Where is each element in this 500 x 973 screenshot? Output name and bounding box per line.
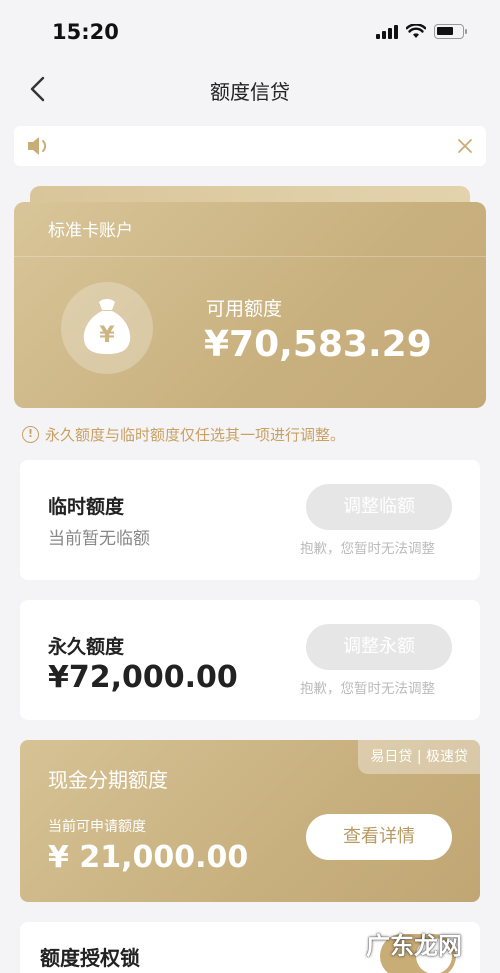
status-bar: 15:20 [0, 0, 500, 64]
adjust-permanent-limit-button[interactable]: 调整永额 [306, 624, 452, 670]
available-limit-value: ¥70,583.29 [204, 324, 432, 365]
limit-lock-title: 额度授权锁 [40, 946, 140, 970]
account-title: 标准卡账户 [48, 221, 133, 241]
warning-notice: ! 永久额度与临时额度仅任选其一项进行调整。 [22, 424, 345, 445]
temporary-limit-hint: 抱歉，您暂时无法调整 [300, 541, 435, 557]
cash-installment-card: 易日贷 | 极速贷 现金分期额度 当前可申请额度 ¥ 21,000.00 查看详… [20, 740, 480, 902]
view-details-button[interactable]: 查看详情 [306, 814, 452, 860]
nav-bar: 额度信贷 [0, 64, 500, 116]
svg-text:¥: ¥ [99, 323, 115, 348]
notice-bar[interactable] [14, 126, 486, 166]
permanent-limit-panel: 永久额度 ¥72,000.00 调整永额 抱歉，您暂时无法调整 [20, 600, 480, 720]
money-bag-badge: ¥ [61, 282, 153, 374]
cash-available-value: ¥ 21,000.00 [48, 840, 249, 875]
status-icons [376, 24, 467, 39]
speaker-icon [28, 137, 47, 155]
permanent-limit-amount: ¥72,000.00 [48, 660, 238, 695]
cash-product-tag[interactable]: 易日贷 | 极速贷 [358, 740, 480, 774]
adjust-temporary-limit-button[interactable]: 调整临额 [306, 484, 452, 530]
close-icon[interactable] [456, 137, 474, 155]
battery-icon [434, 24, 467, 39]
permanent-limit-hint: 抱歉，您暂时无法调整 [300, 681, 435, 697]
wifi-icon [406, 24, 426, 38]
temporary-limit-status: 当前暂无临额 [48, 529, 150, 549]
page-title: 额度信贷 [210, 80, 290, 104]
watermark: 广东龙网 [366, 932, 462, 960]
status-time: 15:20 [52, 20, 119, 44]
cash-installment-title: 现金分期额度 [48, 768, 168, 792]
permanent-limit-title: 永久额度 [48, 636, 125, 658]
temporary-limit-panel: 临时额度 当前暂无临额 调整临额 抱歉，您暂时无法调整 [20, 460, 480, 580]
money-bag-icon: ¥ [83, 299, 131, 354]
divider [14, 256, 486, 257]
temporary-limit-title: 临时额度 [48, 496, 125, 518]
signal-icon [376, 24, 398, 39]
warning-icon: ! [22, 426, 39, 443]
cash-available-label: 当前可申请额度 [48, 819, 146, 835]
available-limit-label: 可用额度 [206, 298, 283, 320]
account-card[interactable]: 标准卡账户 ¥ 可用额度 ¥70,583.29 [14, 202, 486, 408]
warning-text: 永久额度与临时额度仅任选其一项进行调整。 [45, 426, 346, 444]
